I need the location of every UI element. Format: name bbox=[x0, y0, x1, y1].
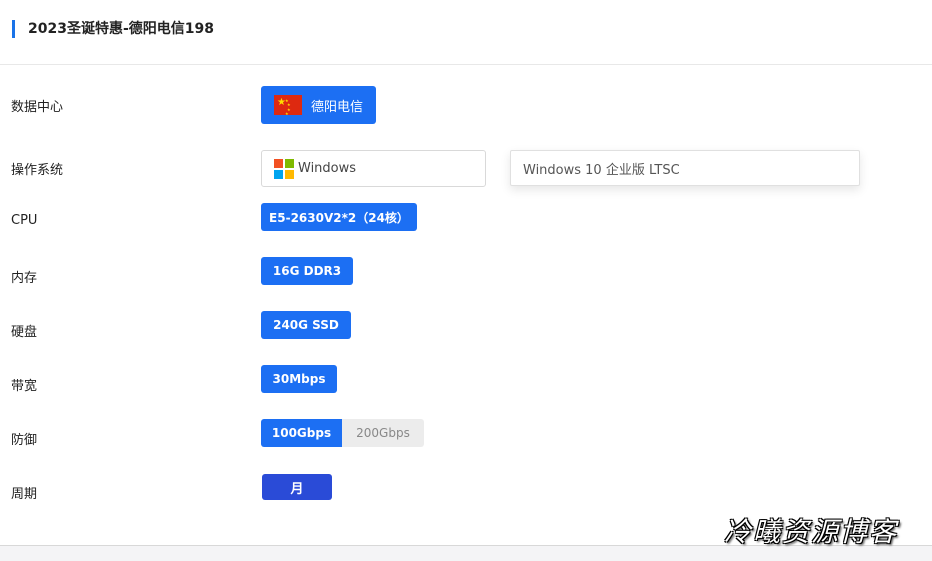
page-title: 2023圣诞特惠-德阳电信198 bbox=[28, 21, 214, 37]
datacenter-option-button[interactable]: ★ ★ ★ ★ ★ 德阳电信 bbox=[261, 86, 376, 124]
os-family-label: Windows bbox=[298, 161, 357, 176]
ddos-option-100gbps[interactable]: 100Gbps bbox=[261, 419, 342, 447]
title-accent-bar bbox=[12, 20, 15, 38]
bandwidth-option-button[interactable]: 30Mbps bbox=[261, 365, 337, 393]
watermark-text: 冷曦资源博客 bbox=[724, 517, 898, 548]
disk-option-button[interactable]: 240G SSD bbox=[261, 311, 351, 339]
label-ddos: 防御 bbox=[11, 433, 38, 448]
windows-logo-icon bbox=[274, 158, 294, 179]
label-memory: 内存 bbox=[11, 271, 38, 286]
cycle-option-button[interactable]: 月 bbox=[262, 474, 332, 500]
label-disk: 硬盘 bbox=[11, 325, 38, 340]
cpu-option-button[interactable]: E5-2630V2*2（24核） bbox=[261, 203, 417, 231]
label-os: 操作系统 bbox=[11, 163, 64, 178]
os-version-select[interactable]: Windows 10 企业版 LTSC bbox=[510, 150, 860, 186]
label-bandwidth: 带宽 bbox=[11, 379, 38, 394]
header: 2023圣诞特惠-德阳电信198 bbox=[0, 0, 932, 65]
label-cpu: CPU bbox=[11, 213, 38, 228]
china-flag-icon: ★ ★ ★ ★ ★ bbox=[274, 95, 302, 116]
datacenter-name: 德阳电信 bbox=[311, 99, 364, 115]
os-family-option[interactable]: Windows bbox=[261, 150, 486, 187]
label-cycle: 周期 bbox=[11, 487, 38, 502]
ddos-option-200gbps[interactable]: 200Gbps bbox=[342, 419, 424, 447]
memory-option-button[interactable]: 16G DDR3 bbox=[261, 257, 353, 285]
label-datacenter: 数据中心 bbox=[11, 100, 64, 115]
os-version-value: Windows 10 企业版 LTSC bbox=[523, 162, 680, 178]
